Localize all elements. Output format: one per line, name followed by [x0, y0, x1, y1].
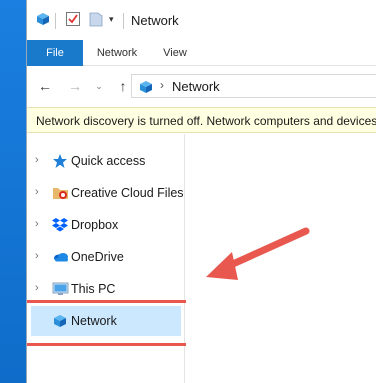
annotation-arrow-icon: [206, 227, 310, 280]
star-icon: [52, 153, 70, 169]
nav-item-label: Quick access: [71, 154, 146, 168]
navigation-bar: ← → ⌄ ↑ › Network: [27, 66, 376, 106]
nav-item-label: This PC: [71, 282, 116, 296]
ribbon-tabs: File Network View: [27, 40, 376, 66]
nav-item-onedrive[interactable]: › OneDrive: [27, 242, 185, 272]
breadcrumb-location[interactable]: Network: [172, 79, 220, 94]
expand-chevron-icon[interactable]: ›: [35, 154, 39, 166]
nav-item-creative-cloud-files[interactable]: › Creative Cloud Files: [27, 178, 185, 208]
network-discovery-info-bar[interactable]: Network discovery is turned off. Network…: [27, 107, 376, 133]
expand-chevron-icon[interactable]: ›: [35, 250, 39, 262]
nav-item-label: Dropbox: [71, 218, 119, 232]
toolbar-separator: [55, 13, 56, 29]
address-bar[interactable]: › Network: [131, 74, 376, 98]
nav-item-dropbox[interactable]: › Dropbox: [27, 210, 185, 240]
annotation-highlight-box: [27, 300, 191, 346]
network-icon: [35, 11, 51, 30]
tab-view[interactable]: View: [151, 40, 199, 66]
file-explorer-window: ▾ Network File Network View ← → ⌄ ↑ › Ne…: [26, 0, 376, 383]
expand-chevron-icon[interactable]: ›: [35, 186, 39, 198]
customize-dropdown-icon[interactable]: ▾: [109, 14, 119, 24]
dropbox-icon: [52, 217, 70, 233]
network-icon: [138, 79, 154, 98]
computer-icon: [52, 281, 70, 297]
back-arrow-icon[interactable]: ←: [37, 78, 53, 94]
toolbar-separator: [123, 13, 124, 29]
breadcrumb-chevron-icon[interactable]: ›: [160, 78, 164, 92]
expand-chevron-icon[interactable]: ›: [35, 218, 39, 230]
nav-item-quick-access[interactable]: › Quick access: [27, 146, 185, 176]
title-bar: ▾ Network: [27, 0, 376, 40]
tab-network[interactable]: Network: [89, 40, 145, 66]
expand-chevron-icon[interactable]: ›: [35, 282, 39, 294]
onedrive-cloud-icon: [52, 249, 70, 265]
creative-cloud-folder-icon: [52, 185, 70, 201]
navigation-pane: › Quick access › Creative Cloud Files ›: [27, 134, 191, 383]
tab-file[interactable]: File: [27, 40, 83, 66]
desktop-background: [0, 0, 26, 383]
recent-locations-icon[interactable]: ⌄: [91, 78, 107, 94]
new-folder-icon[interactable]: [89, 11, 103, 30]
properties-check-icon[interactable]: [65, 11, 81, 30]
nav-item-label: Creative Cloud Files: [71, 186, 184, 200]
forward-arrow-icon[interactable]: →: [67, 78, 83, 94]
nav-item-label: OneDrive: [71, 250, 124, 264]
window-title: Network: [131, 13, 179, 28]
up-arrow-icon[interactable]: ↑: [115, 78, 131, 94]
info-bar-message: Network discovery is turned off. Network…: [36, 114, 376, 128]
